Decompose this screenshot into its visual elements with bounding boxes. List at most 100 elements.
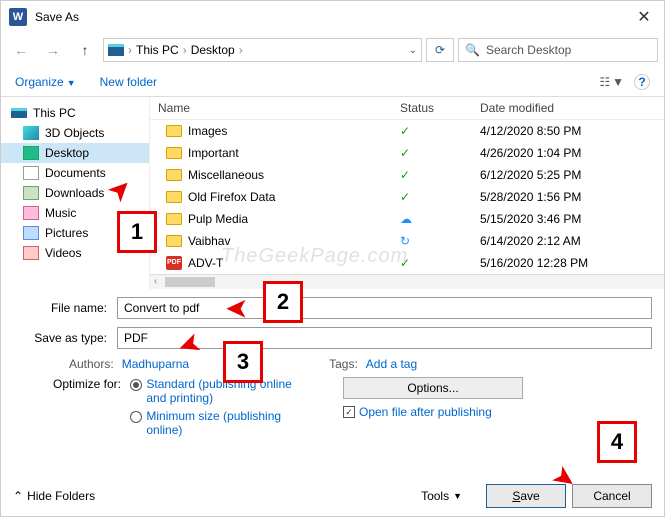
help-button[interactable]: ? [634,74,650,90]
view-options-button[interactable]: ☷▼ [599,74,624,90]
optimize-label: Optimize for: [53,377,121,391]
forward-button[interactable]: → [39,36,67,64]
folder-icon [166,147,182,159]
file-date: 6/12/2020 5:25 PM [480,168,664,182]
tree-desktop[interactable]: Desktop [1,143,149,163]
up-button[interactable]: ↑ [71,36,99,64]
pc-icon [11,108,27,118]
save-form: File name: Save as type: Authors: Madhupa… [1,289,664,445]
search-placeholder: Search Desktop [486,43,571,57]
list-item[interactable]: Old Firefox Data ✓ 5/28/2020 1:56 PM [150,186,664,208]
chevron-right-icon: › [239,43,243,57]
file-list: Name Status Date modified Images✓4/12/20… [149,97,664,289]
annotation-3: 3 [223,341,263,383]
scrollbar-horizontal[interactable]: ‹ [150,274,664,289]
list-item[interactable]: Miscellaneous ✓ 6/12/2020 5:25 PM [150,164,664,186]
file-date: 4/26/2020 1:04 PM [480,146,664,160]
tree-this-pc[interactable]: This PC [1,103,149,123]
list-item[interactable]: Vaibhav ↻ 6/14/2020 2:12 AM [150,230,664,252]
list-item[interactable]: PDF ADV-T ✓ 5/16/2020 12:28 PM [150,252,664,274]
title-bar: W Save As ✕ [1,1,664,33]
file-name-input[interactable] [117,297,652,319]
folder-icon [166,213,182,225]
pictures-icon [23,226,39,240]
annotation-4: 4 [597,421,637,463]
file-date: 6/14/2020 2:12 AM [480,234,664,248]
status-icon: ↻ [400,234,410,248]
videos-icon [23,246,39,260]
breadcrumb-desktop[interactable]: Desktop [191,43,235,57]
arrow-icon: ➤ [225,293,248,326]
col-date[interactable]: Date modified [480,101,664,115]
new-folder-button[interactable]: New folder [100,75,157,89]
status-icon: ✓ [400,190,410,204]
cancel-button[interactable]: Cancel [572,484,652,508]
chevron-right-icon: › [128,43,132,57]
tags-label: Tags: [329,357,358,371]
col-name[interactable]: Name [150,101,400,115]
tree-3d-objects[interactable]: 3D Objects [1,123,149,143]
organize-menu[interactable]: Organize▼ [15,75,76,89]
chevron-up-icon: ⌃ [13,489,23,503]
breadcrumb[interactable]: › This PC › Desktop › ⌄ [103,38,422,62]
pc-icon [108,44,124,56]
word-app-icon: W [9,8,27,26]
radio-standard[interactable]: Standard (publishing online and printing… [130,377,300,405]
breadcrumb-dropdown-icon[interactable]: ⌄ [409,45,417,56]
toolbar: Organize▼ New folder ☷▼ ? [1,67,664,97]
folder-icon [166,235,182,247]
list-item[interactable]: Pulp Media ☁ 5/15/2020 3:46 PM [150,208,664,230]
downloads-icon [23,186,39,200]
file-date: 5/15/2020 3:46 PM [480,212,664,226]
list-item[interactable]: Important✓4/26/2020 1:04 PM [150,142,664,164]
file-date: 5/28/2020 1:56 PM [480,190,664,204]
chevron-right-icon: › [183,43,187,57]
status-icon: ☁ [400,212,412,226]
search-input[interactable]: 🔍 Search Desktop [458,38,658,62]
radio-minimum[interactable]: Minimum size (publishing online) [130,409,300,437]
search-icon: 🔍 [465,43,480,57]
file-name-label: File name: [13,301,117,315]
back-button[interactable]: ← [7,36,35,64]
file-name: Old Firefox Data [188,190,275,204]
folder-icon [166,191,182,203]
folder-icon [166,169,182,181]
open-after-checkbox[interactable]: ✓Open file after publishing [343,405,652,419]
caret-down-icon: ▼ [612,75,624,89]
file-name: Miscellaneous [188,168,264,182]
annotation-2: 2 [263,281,303,323]
refresh-button[interactable]: ⟳ [426,38,454,62]
file-name: Vaibhav [188,234,230,248]
file-name: ADV-T [188,256,223,270]
documents-icon [23,166,39,180]
status-icon: ✓ [400,146,410,160]
annotation-1: 1 [117,211,157,253]
checkbox-icon: ✓ [343,406,355,418]
hide-folders-button[interactable]: ⌃Hide Folders [13,489,95,503]
list-icon: ☷ [599,75,610,89]
column-headers: Name Status Date modified [150,97,664,120]
address-bar: ← → ↑ › This PC › Desktop › ⌄ ⟳ 🔍 Search… [1,33,664,67]
desktop-icon [23,146,39,160]
authors-value[interactable]: Madhuparna [122,357,189,371]
tags-value[interactable]: Add a tag [366,357,417,371]
list-item[interactable]: Images✓4/12/2020 8:50 PM [150,120,664,142]
file-name: Pulp Media [188,212,248,226]
status-icon: ✓ [400,124,410,138]
window-title: Save As [35,10,624,24]
options-button[interactable]: Options... [343,377,523,399]
radio-icon [130,379,142,391]
col-status[interactable]: Status [400,101,480,115]
status-icon: ✓ [400,168,410,182]
close-button[interactable]: ✕ [624,1,664,33]
status-icon: ✓ [400,256,410,270]
caret-down-icon: ▼ [67,78,76,88]
pdf-icon: PDF [166,256,182,270]
save-type-label: Save as type: [13,331,117,345]
breadcrumb-this-pc[interactable]: This PC [136,43,179,57]
cube-icon [23,126,39,140]
file-date: 5/16/2020 12:28 PM [480,256,664,270]
radio-icon [130,411,142,423]
tools-menu[interactable]: Tools▼ [421,489,462,503]
authors-label: Authors: [69,357,114,371]
